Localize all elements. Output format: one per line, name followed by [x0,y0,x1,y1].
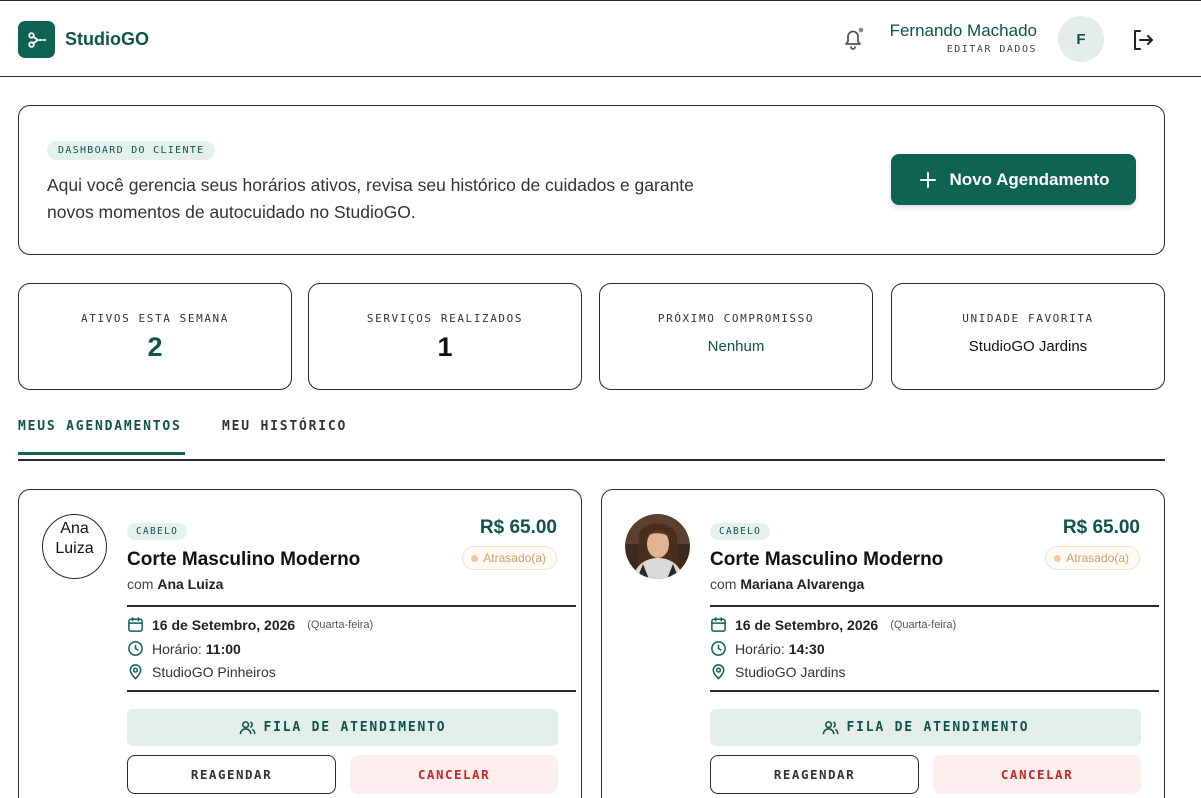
tabs-divider [18,459,1165,461]
new-appointment-button[interactable]: Novo Agendamento [891,154,1136,205]
divider [127,605,576,607]
date-row: 16 de Setembro, 2026 (Quarta-feira) [127,616,373,633]
status-dot-icon [471,554,479,562]
new-appointment-label: Novo Agendamento [949,169,1110,189]
divider [127,690,576,692]
status-badge: Atrasado(a) [1045,546,1140,570]
brand-name[interactable]: StudioGO [65,29,149,50]
service-name: Corte Masculino Moderno [127,549,361,570]
tab-my-appointments[interactable]: MEUS AGENDAMENTOS [18,419,182,434]
queue-button[interactable]: FILA DE ATENDIMENTO [127,709,558,746]
stat-value: 1 [437,332,453,362]
clock-icon [128,641,143,656]
users-icon [822,721,838,735]
weekday: (Quarta-feira) [307,618,374,631]
professional-photo: Ana Luiza [42,514,107,579]
with-prefix: com [127,576,154,592]
time: 14:30 [788,640,825,657]
map-pin-icon [129,664,142,680]
location: StudioGO Pinheiros [152,663,276,680]
with-prefix: com [710,576,737,592]
stat-label: PRÓXIMO COMPROMISSO [657,312,815,325]
welcome-card: DASHBOARD DO CLIENTE Aqui você gerencia … [18,105,1165,255]
professional-photo [625,514,690,579]
calendar-icon [128,617,143,632]
users-icon [239,721,255,735]
reschedule-button[interactable]: REAGENDAR [710,755,919,794]
scissors-icon [27,31,46,48]
professional-name: Mariana Alvarenga [740,576,865,592]
professional-line: com Mariana Alvarenga [710,576,864,592]
status-label: Atrasado(a) [1066,551,1129,565]
queue-label: FILA DE ATENDIMENTO [263,720,447,735]
queue-label: FILA DE ATENDIMENTO [846,720,1030,735]
professional-portrait-image [625,514,690,579]
stat-active-week: ATIVOS ESTA SEMANA 2 [18,283,292,390]
edit-profile-link[interactable]: EDITAR DADOS [947,44,1037,55]
brand-logo[interactable] [18,21,55,58]
location-row: StudioGO Jardins [710,663,846,680]
price: R$ 65.00 [1062,517,1140,538]
stat-services-done: SERVIÇOS REALIZADOS 1 [308,283,582,390]
tab-my-history[interactable]: MEU HISTÓRICO [222,419,347,434]
status-badge: Atrasado(a) [462,546,557,570]
weekday: (Quarta-feira) [890,618,957,631]
welcome-text: Aqui você gerencia seus horários ativos,… [47,175,694,222]
category-tag: CABELO [710,523,771,540]
clock-icon [711,641,726,656]
status-label: Atrasado(a) [483,551,546,565]
plus-icon [919,171,936,188]
dashboard-tag: DASHBOARD DO CLIENTE [47,141,216,160]
reschedule-button[interactable]: REAGENDAR [127,755,336,794]
active-tab-indicator [18,452,185,455]
stat-label: SERVIÇOS REALIZADOS [366,312,524,325]
top-bar: StudioGO Fernando Machado EDITAR DADOS F [0,0,1201,77]
location-row: StudioGO Pinheiros [127,663,276,680]
logout-icon[interactable] [1130,27,1156,53]
stat-value: StudioGO Jardins [968,338,1088,355]
professional-line: com Ana Luiza [127,576,223,592]
time-label: Horário: [152,640,202,657]
appointment-card: Ana Luiza CABELO Corte Masculino Moderno… [18,489,582,798]
bell-icon[interactable] [839,25,867,53]
date: 16 de Setembro, 2026 [735,616,879,633]
service-name: Corte Masculino Moderno [710,549,944,570]
date: 16 de Setembro, 2026 [152,616,296,633]
location: StudioGO Jardins [735,663,846,680]
stat-value: 2 [147,332,163,362]
status-dot-icon [1054,554,1062,562]
appointment-card: CABELO Corte Masculino Moderno com Maria… [601,489,1165,798]
divider [710,605,1159,607]
stat-label: UNIDADE FAVORITA [962,312,1094,325]
stat-label: ATIVOS ESTA SEMANA [80,312,229,325]
queue-button[interactable]: FILA DE ATENDIMENTO [710,709,1141,746]
stat-favorite-unit: UNIDADE FAVORITA StudioGO Jardins [891,283,1165,390]
date-row: 16 de Setembro, 2026 (Quarta-feira) [710,616,956,633]
stat-next-appointment: PRÓXIMO COMPROMISSO Nenhum [599,283,873,390]
category-tag: CABELO [127,523,188,540]
avatar[interactable]: F [1058,16,1104,62]
cancel-button[interactable]: CANCELAR [350,755,558,794]
cancel-button[interactable]: CANCELAR [933,755,1141,794]
price: R$ 65.00 [479,517,557,538]
time: 11:00 [205,640,241,657]
time-row: Horário: 14:30 [710,640,825,657]
time-row: Horário: 11:00 [127,640,241,657]
calendar-icon [711,617,726,632]
divider [710,690,1159,692]
stat-value: Nenhum [707,338,765,355]
professional-name: Ana Luiza [157,576,224,592]
time-label: Horário: [735,640,785,657]
user-name: Fernando Machado [889,21,1037,40]
map-pin-icon [712,664,725,680]
